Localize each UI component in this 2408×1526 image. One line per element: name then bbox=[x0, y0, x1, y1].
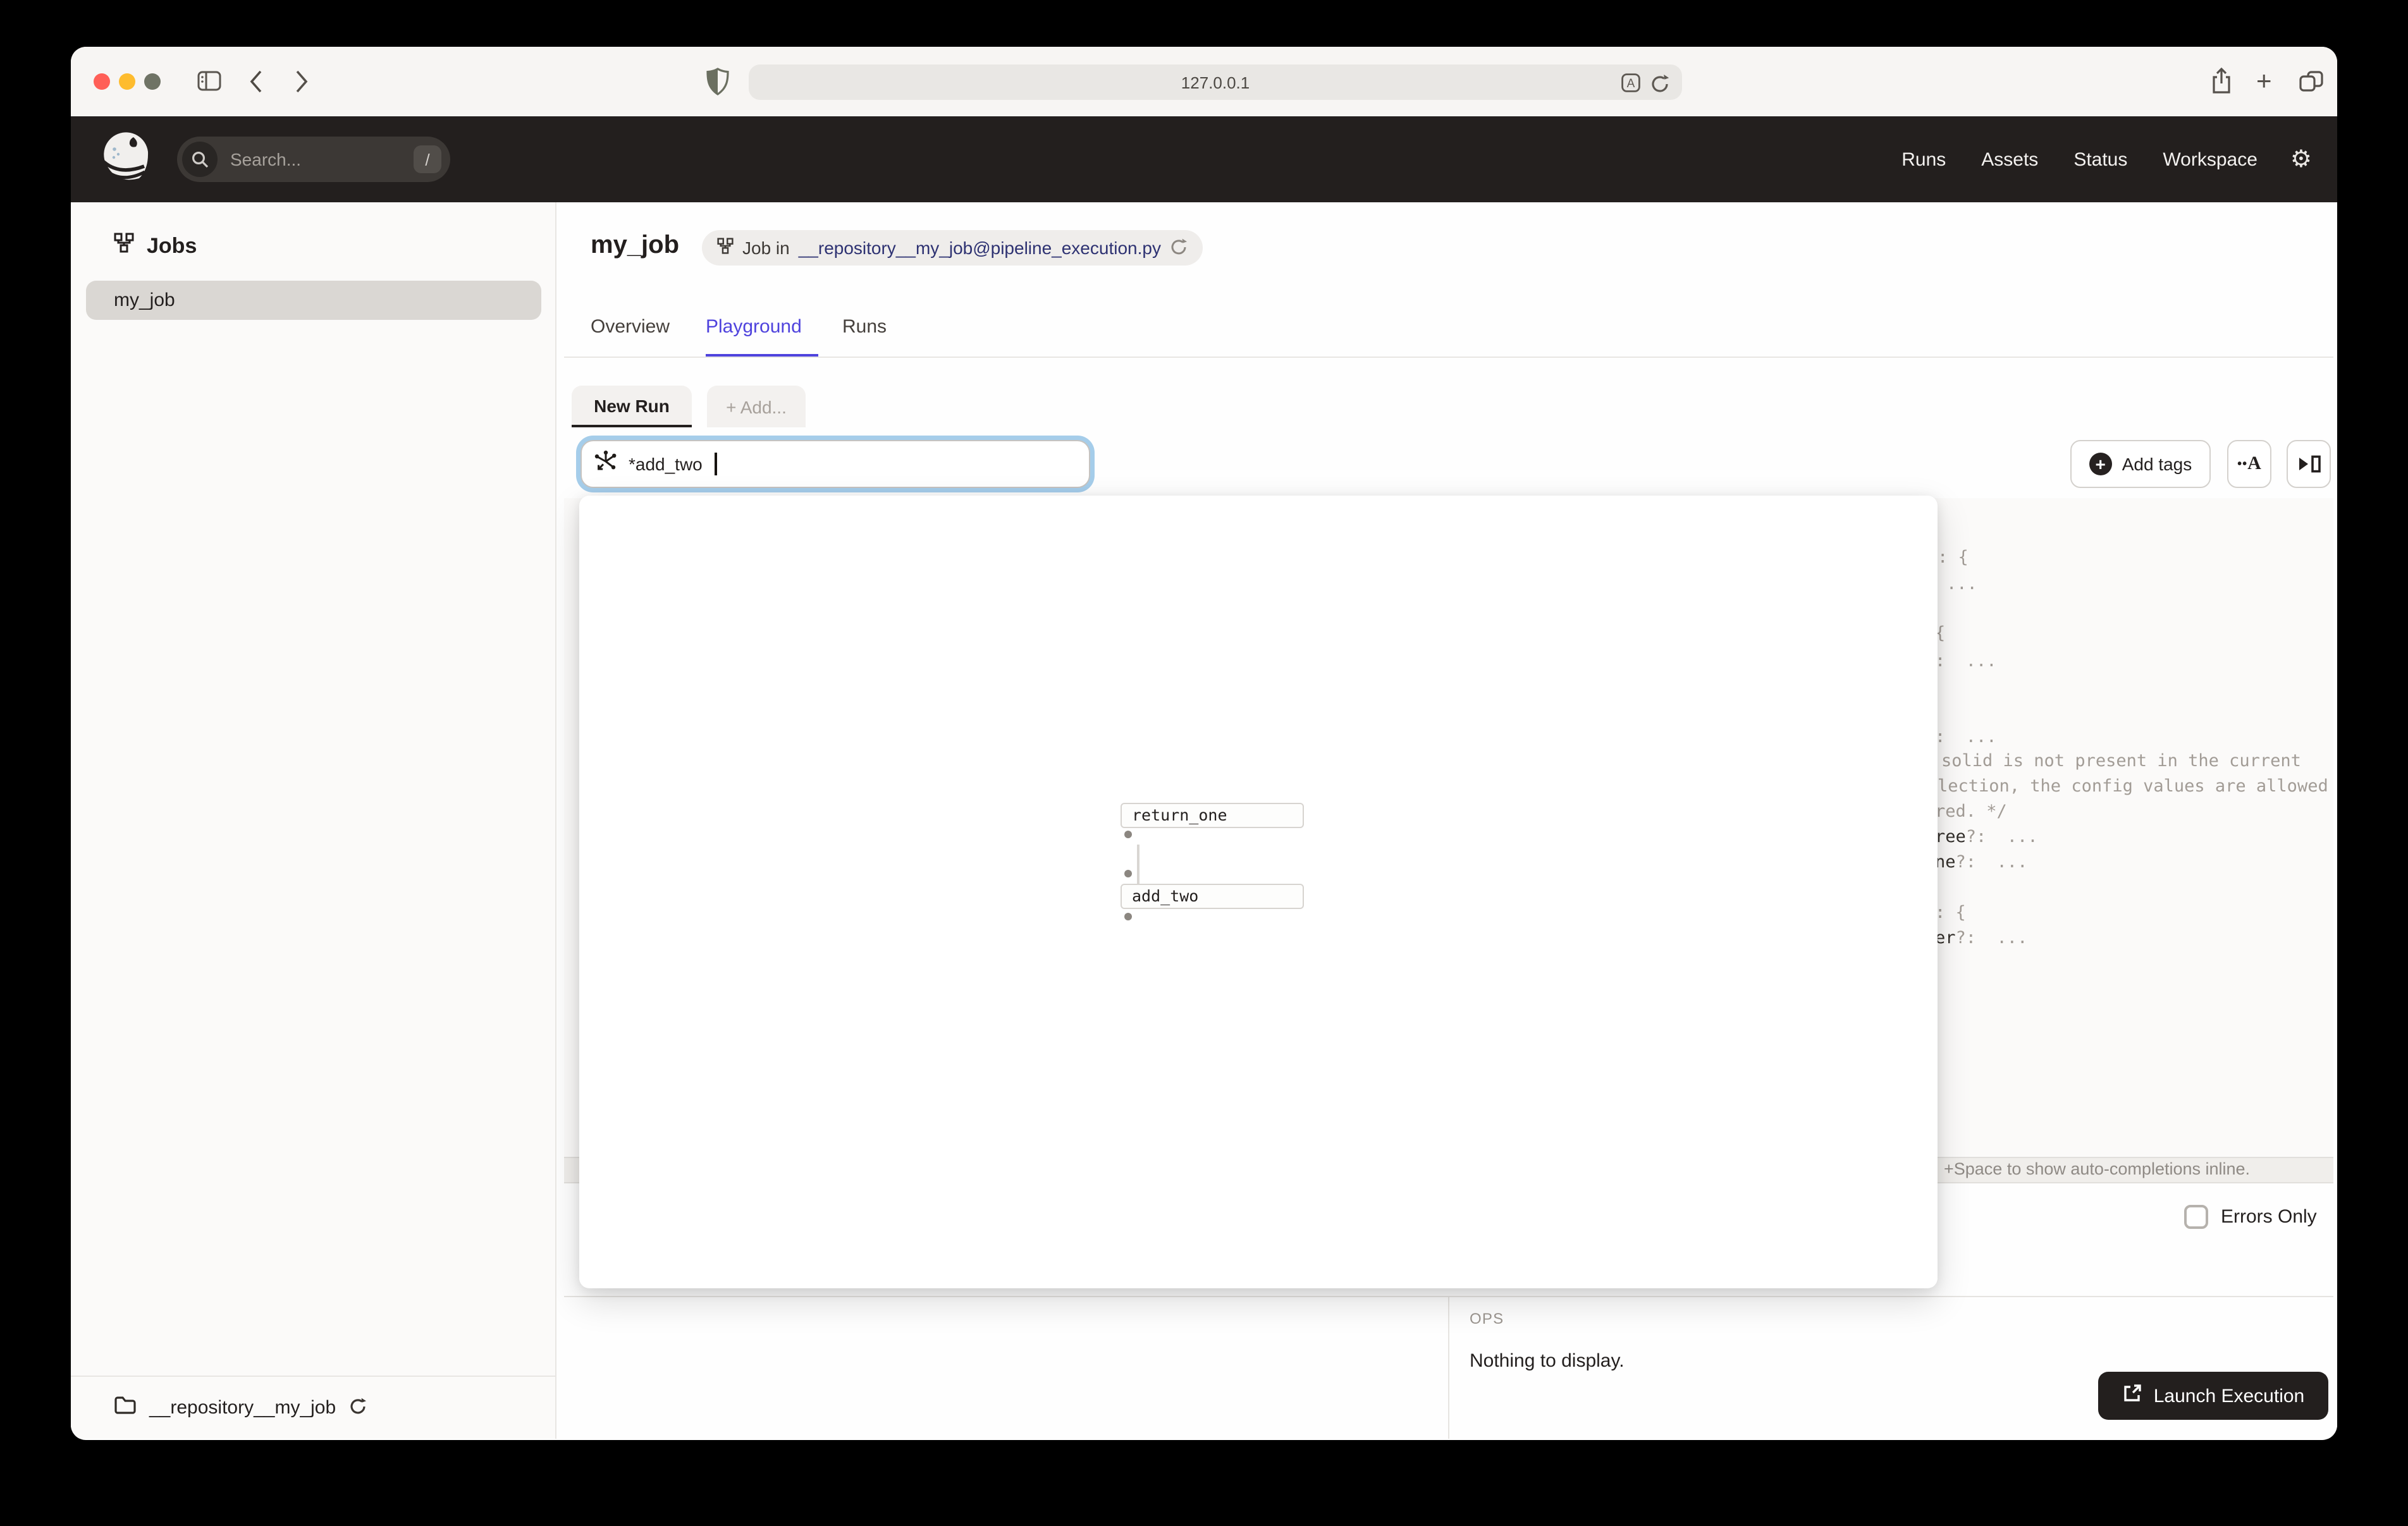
search-input[interactable]: Search... / bbox=[177, 137, 450, 182]
reload-job-icon[interactable] bbox=[1170, 237, 1188, 259]
nav-workspace[interactable]: Workspace bbox=[2163, 149, 2258, 170]
tab-overview-icon[interactable] bbox=[2299, 71, 2323, 92]
page-title: my_job bbox=[591, 231, 679, 260]
screen: 127.0.0.1 A + bbox=[0, 0, 2408, 1526]
sidebar-item-my-job[interactable]: my_job bbox=[86, 281, 541, 320]
jobs-icon bbox=[114, 233, 134, 259]
plus-circle-icon: + bbox=[2089, 453, 2112, 475]
op-selector-icon bbox=[594, 449, 617, 479]
op-selector-input[interactable]: *add_two bbox=[580, 440, 1090, 488]
output-port bbox=[1124, 831, 1132, 838]
address-bar[interactable]: 127.0.0.1 A bbox=[749, 64, 1682, 100]
close-window-button[interactable] bbox=[94, 73, 110, 90]
graph-node-return-one[interactable]: return_one bbox=[1121, 803, 1304, 828]
job-origin-prefix: Job in bbox=[742, 238, 790, 258]
play-panel-icon bbox=[2296, 454, 2321, 474]
config-line: ... bbox=[1946, 574, 1977, 594]
tabs-divider bbox=[564, 357, 2333, 358]
nav-status[interactable]: Status bbox=[2073, 149, 2127, 170]
config-line: ne?: ... bbox=[1935, 852, 2027, 872]
session-tab-add[interactable]: + Add... bbox=[707, 386, 806, 427]
job-icon bbox=[717, 238, 734, 258]
zoom-window-button[interactable] bbox=[144, 73, 161, 90]
job-origin-link[interactable]: __repository__my_job@pipeline_execution.… bbox=[799, 238, 1161, 258]
errors-only-checkbox[interactable] bbox=[2184, 1205, 2208, 1229]
reload-repository-icon[interactable] bbox=[348, 1396, 366, 1419]
preview-vertical-divider bbox=[1448, 1296, 1449, 1439]
config-line: : { bbox=[1935, 903, 1966, 923]
autocomplete-hint: +Space to show auto-completions inline. bbox=[1944, 1159, 2250, 1178]
url-text: 127.0.0.1 bbox=[1181, 73, 1250, 92]
privacy-shield-icon[interactable] bbox=[706, 67, 730, 96]
search-shortcut-badge: / bbox=[414, 145, 441, 173]
output-port bbox=[1124, 913, 1132, 920]
search-icon bbox=[182, 142, 218, 177]
gear-icon[interactable]: ⚙ bbox=[2290, 147, 2312, 171]
ops-section-heading: OPS bbox=[1470, 1310, 1504, 1328]
tab-playground[interactable]: Playground bbox=[706, 316, 802, 338]
graph-node-add-two[interactable]: add_two bbox=[1121, 884, 1304, 909]
dagster-logo[interactable] bbox=[99, 127, 154, 192]
input-port bbox=[1124, 870, 1132, 877]
autocomplete-button[interactable]: ••A bbox=[2227, 440, 2271, 488]
config-line: er?: ... bbox=[1935, 928, 2027, 948]
config-line: : ... bbox=[1935, 727, 1997, 747]
errors-only-label: Errors Only bbox=[2221, 1206, 2317, 1228]
text-cursor bbox=[715, 453, 717, 475]
config-line: red. */ bbox=[1935, 802, 2007, 822]
nav-assets[interactable]: Assets bbox=[1981, 149, 2038, 170]
config-line: lection, the config values are allowed bbox=[1938, 776, 2328, 797]
graph-edge bbox=[1137, 845, 1140, 885]
traffic-lights bbox=[94, 73, 161, 90]
share-icon[interactable] bbox=[2211, 67, 2232, 95]
sidebar: Jobs my_job __repository__my_job bbox=[71, 202, 556, 1439]
op-graph-popover: return_one add_two bbox=[579, 496, 1938, 1288]
tab-overview[interactable]: Overview bbox=[591, 316, 670, 338]
main-content: my_job Job in __repository__my_job@pipel… bbox=[556, 202, 2337, 1439]
svg-text:A: A bbox=[1627, 77, 1635, 90]
errors-only-control: Errors Only bbox=[2184, 1205, 2317, 1229]
sidebar-title: Jobs bbox=[147, 233, 197, 259]
job-origin-tag: Job in __repository__my_job@pipeline_exe… bbox=[702, 230, 1203, 266]
search-placeholder: Search... bbox=[230, 149, 301, 169]
forward-icon[interactable] bbox=[295, 70, 309, 94]
folder-icon bbox=[114, 1396, 137, 1420]
new-tab-icon[interactable]: + bbox=[2256, 68, 2272, 95]
repository-footer[interactable]: __repository__my_job bbox=[71, 1376, 555, 1439]
config-line: : { bbox=[1938, 547, 1969, 568]
minimize-window-button[interactable] bbox=[119, 73, 135, 90]
browser-window: 127.0.0.1 A + bbox=[71, 47, 2337, 1440]
add-tags-button[interactable]: + Add tags bbox=[2070, 440, 2211, 488]
launch-execution-button[interactable]: Launch Execution bbox=[2098, 1372, 2328, 1420]
nav-runs[interactable]: Runs bbox=[1901, 149, 1946, 170]
config-line: ree?: ... bbox=[1935, 827, 2038, 847]
translate-icon[interactable]: A bbox=[1621, 73, 1640, 97]
app-header: Search... / Runs Assets Status Workspace… bbox=[71, 116, 2337, 202]
back-icon[interactable] bbox=[249, 70, 263, 94]
op-selector-value: *add_two bbox=[629, 454, 703, 474]
external-link-icon bbox=[2122, 1383, 2142, 1408]
expand-panel-button[interactable] bbox=[2287, 440, 2331, 488]
repository-name: __repository__my_job bbox=[149, 1397, 336, 1419]
app-body: Jobs my_job __repository__my_job m bbox=[71, 202, 2337, 1439]
config-line: : ... bbox=[1935, 651, 1997, 671]
reload-icon[interactable] bbox=[1650, 73, 1669, 97]
sidebar-toggle-icon[interactable] bbox=[197, 71, 221, 91]
config-line: solid is not present in the current bbox=[1941, 751, 2301, 771]
ops-empty-message: Nothing to display. bbox=[1470, 1350, 1625, 1372]
browser-toolbar: 127.0.0.1 A + bbox=[71, 47, 2337, 116]
tab-runs[interactable]: Runs bbox=[842, 316, 887, 338]
session-tab-new-run[interactable]: New Run bbox=[572, 386, 692, 427]
header-nav: Runs Assets Status Workspace bbox=[1901, 149, 2258, 170]
